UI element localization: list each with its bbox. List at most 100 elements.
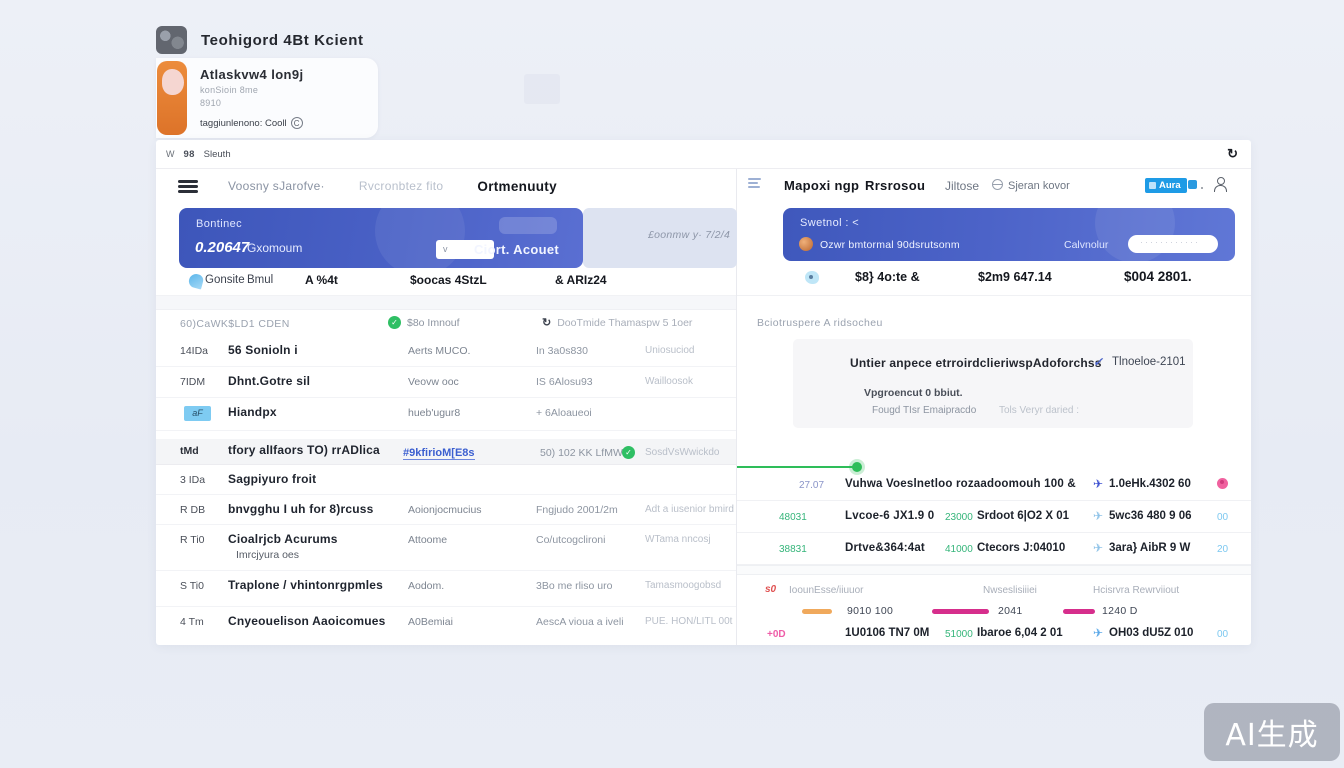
row-title: Cioalrjcb Acurums bbox=[228, 532, 338, 546]
row-col2: IS 6Alosu93 bbox=[536, 376, 593, 388]
balance-banner[interactable]: Bontinec 0.20647 Gxomoum v Ciort. Acouet bbox=[179, 208, 583, 268]
progress-bar-magenta-2 bbox=[1063, 609, 1095, 614]
main-window: W 98 Sleuth ↻ Voosny sJarofve· Rvcronbte… bbox=[156, 140, 1251, 645]
refresh-small-icon: ↻ bbox=[542, 316, 551, 329]
row-time: R DB bbox=[180, 504, 205, 516]
progress-bar-magenta-1 bbox=[932, 609, 989, 614]
row-col2: 50) 102 KK LfMW bbox=[540, 447, 623, 459]
plane-icon: ✈ bbox=[1093, 626, 1103, 640]
check-icon: ✓ bbox=[1093, 355, 1103, 369]
row-col1: hueb'ugur8 bbox=[408, 407, 460, 419]
plane-icon: ✈ bbox=[1093, 509, 1103, 523]
row-col3: Uniosuciod bbox=[645, 345, 694, 356]
table-row[interactable]: S Ti0 Traplone / vhintonrgpmles Aodom. 3… bbox=[156, 571, 736, 607]
table-row[interactable]: 7IDM Dhnt.Gotre sil Veovw ooc IS 6Alosu9… bbox=[156, 367, 736, 398]
ghost-button[interactable] bbox=[499, 217, 557, 234]
tab-overview[interactable]: Voosny sJarofve· bbox=[228, 179, 325, 193]
list-icon[interactable] bbox=[748, 178, 761, 192]
check-circle-icon: ✓ bbox=[388, 316, 401, 329]
plane-icon: ✈ bbox=[1093, 477, 1103, 491]
row-link[interactable]: #9kfirioM[E8s bbox=[403, 447, 475, 460]
copy-badge[interactable]: C bbox=[291, 117, 303, 129]
summary-badge: s0 bbox=[765, 584, 776, 595]
flight-time: 48031 bbox=[779, 512, 807, 523]
left-panel: Voosny sJarofve· Rvcronbtez fito Ortmenu… bbox=[156, 169, 737, 645]
mini-icon-a: W bbox=[166, 149, 175, 159]
avatar bbox=[157, 61, 187, 135]
side-note: £oonmw y· 7/2/4 bbox=[648, 229, 730, 241]
tab-records[interactable]: Rvcronbtez fito bbox=[359, 179, 444, 193]
nav-item-2[interactable]: Rrsrosou bbox=[865, 178, 925, 193]
flight-name: 1U0106 TN7 0M bbox=[845, 627, 929, 639]
nav-item-1[interactable]: Mapoxi ngp bbox=[784, 178, 859, 193]
banner-pill-button[interactable] bbox=[1128, 235, 1218, 253]
table-row[interactable]: 4 Tm Cnyeouelison Aaoicomues A0Bemiai Ae… bbox=[156, 607, 736, 646]
ai-watermark: AI生成 bbox=[1204, 703, 1340, 761]
profile-card[interactable]: Atlaskvw4 lon9j konSioin 8me 8910 taggiu… bbox=[156, 58, 378, 138]
banner-link[interactable]: Calvnolur bbox=[1064, 239, 1108, 251]
open-account-button[interactable]: Ciort. Acouet bbox=[474, 242, 559, 257]
app-header: Teohigord 4Bt Kcient bbox=[156, 26, 364, 54]
row-col1: Aerts MUCO. bbox=[408, 345, 470, 357]
flight-time: 38831 bbox=[779, 544, 807, 555]
row-col1: Attoome bbox=[408, 534, 447, 546]
table-row[interactable]: R DB bnvgghu I uh for 8)rcuss Aoionjocmu… bbox=[156, 495, 736, 525]
nav-item-3[interactable]: Jiltose bbox=[945, 179, 979, 193]
flight-row[interactable]: 38831 Drtve&364:4at 41000 Ctecors J:0401… bbox=[737, 533, 1251, 565]
user-avatar bbox=[799, 237, 813, 251]
right-stats-row: $8} 4o:te & $2m9 647.14 $004 2801. bbox=[737, 261, 1251, 296]
flight-code: 1.0eHk.4302 60 bbox=[1109, 478, 1191, 490]
profile-line1: konSioin 8me bbox=[200, 85, 304, 95]
stat-value-3: & ARIz24 bbox=[555, 273, 607, 287]
section-gap bbox=[156, 296, 736, 310]
bar-label-1: 9010 100 bbox=[847, 605, 893, 617]
row-col3: Adt a iusenior bmird bbox=[645, 504, 734, 515]
flight-name2: Ctecors J:04010 bbox=[977, 542, 1065, 554]
banner-label: Swetnol : < bbox=[800, 217, 859, 229]
account-banner[interactable]: Swetnol : < Ozwr bmtormal 90dsrutsonm Ca… bbox=[783, 208, 1235, 261]
flight-name2: Ibaroe 6,04 2 01 bbox=[977, 627, 1063, 639]
summary-col1: IoounEsse/iiuuor bbox=[789, 585, 864, 596]
filter-verified[interactable]: ✓ $8o Imnouf bbox=[388, 316, 460, 329]
notice-line2: Fougd TIsr Emaipracdo bbox=[872, 405, 976, 416]
table-row[interactable]: aF Hiandpx hueb'ugur8 + 6Aloaueoi bbox=[156, 398, 736, 431]
profile-footer-label: taggiunlenono: Cooll bbox=[200, 118, 287, 129]
flight-row[interactable]: +0D 1U0106 TN7 0M 51000 Ibaroe 6,04 2 01… bbox=[737, 621, 1251, 649]
refresh-icon[interactable]: ↻ bbox=[1227, 146, 1238, 162]
flight-name: Lvcoe-6 JX1.9 0 bbox=[845, 510, 934, 522]
filter-refresh[interactable]: ↻ DooTmide Thamaspw 5 1oer bbox=[542, 316, 692, 329]
flight-tag: 00 bbox=[1217, 629, 1228, 640]
flight-row[interactable]: 27.07 Vuhwa Voeslnetloo rozaadoomouh 100… bbox=[737, 469, 1251, 501]
flight-tag: 00 bbox=[1217, 512, 1228, 523]
row-title: Hiandpx bbox=[228, 405, 277, 419]
row-col1: Aoionjocmucius bbox=[408, 504, 482, 516]
row-col1: Veovw ooc bbox=[408, 376, 459, 388]
user-icon[interactable] bbox=[1214, 177, 1226, 192]
nav-item-language[interactable]: Sjeran kovor bbox=[1008, 180, 1070, 192]
table-row-selected[interactable]: tMd tfory alIfaors TO) rrADlica #9kfirio… bbox=[156, 439, 736, 465]
aura-badge[interactable]: Aura bbox=[1145, 178, 1187, 193]
bar-label-3: 1240 D bbox=[1102, 605, 1138, 617]
row-time: S Ti0 bbox=[180, 580, 204, 592]
check-circle-icon: ✓ bbox=[622, 446, 635, 459]
summary-header: s0 IoounEsse/iiuuor Nwseslisiiiei Hcisrv… bbox=[737, 581, 1251, 601]
row-badge: aF bbox=[184, 406, 211, 421]
table-row[interactable]: 14IDa 56 Sonioln i Aerts MUCO. In 3a0s83… bbox=[156, 336, 736, 367]
row-col3: WTama nncosj bbox=[645, 534, 711, 545]
hot-dot-icon bbox=[1217, 478, 1228, 489]
table-row[interactable]: 3 IDa Sagpiyuro froit bbox=[156, 465, 736, 495]
row-col2: AescA vioua a iveli bbox=[536, 616, 624, 628]
row-title: Traplone / vhintonrgpmles bbox=[228, 578, 383, 592]
mini-label-b: 98 bbox=[184, 149, 195, 160]
progress-bar-orange bbox=[802, 609, 832, 614]
flight-name2: Srdoot 6|O2 X 01 bbox=[977, 510, 1069, 522]
table-row[interactable]: R Ti0 Cioalrjcb Acurums Imrcjyura oes At… bbox=[156, 525, 736, 571]
row-col3: PUE. HON/LITL 00t bbox=[645, 616, 732, 627]
flight-row[interactable]: 48031 Lvcoe-6 JX1.9 0 23000 Srdoot 6|O2 … bbox=[737, 501, 1251, 533]
app-logo-icon bbox=[156, 26, 187, 54]
left-header: Voosny sJarofve· Rvcronbtez fito Ortmenu… bbox=[156, 169, 736, 203]
blue-square-icon[interactable] bbox=[1188, 180, 1197, 189]
globe-icon bbox=[992, 179, 1003, 190]
tab-community[interactable]: Ortmenuuty bbox=[477, 179, 557, 194]
menu-icon[interactable] bbox=[178, 180, 198, 193]
